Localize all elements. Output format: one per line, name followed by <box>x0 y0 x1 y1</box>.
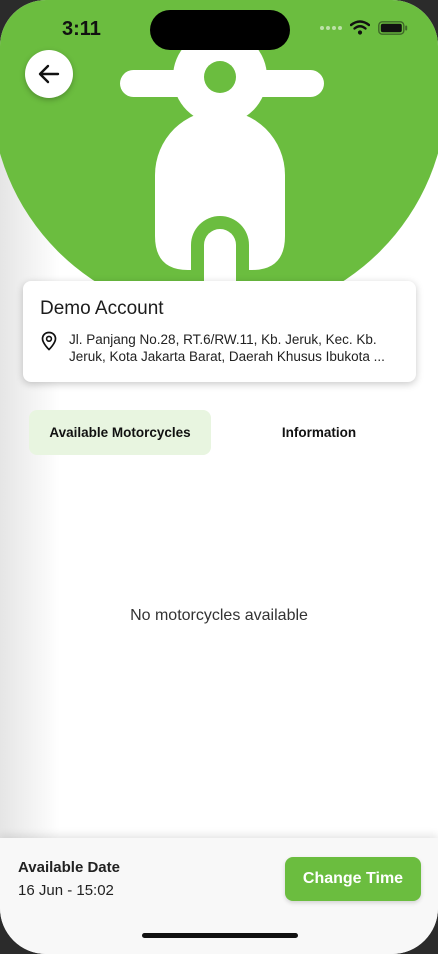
app-screen: 3:11 Demo Account Jl. Panjang No.28, RT.… <box>0 0 438 954</box>
change-time-button[interactable]: Change Time <box>285 857 421 901</box>
back-button[interactable] <box>25 50 73 98</box>
available-date-label: Available Date <box>18 859 120 876</box>
home-indicator <box>142 933 298 938</box>
status-time: 3:11 <box>62 18 101 40</box>
store-address: Jl. Panjang No.28, RT.6/RW.11, Kb. Jeruk… <box>69 332 385 364</box>
status-bar: 3:11 <box>0 0 438 60</box>
store-name: Demo Account <box>40 298 164 319</box>
map-pin-icon <box>41 331 57 351</box>
wifi-icon <box>350 20 370 35</box>
status-icons <box>320 20 408 35</box>
arrow-left-icon <box>38 64 60 84</box>
store-info-card: Demo Account Jl. Panjang No.28, RT.6/RW.… <box>23 281 416 382</box>
tab-available-motorcycles[interactable]: Available Motorcycles <box>29 410 211 455</box>
available-date-value: 16 Jun - 15:02 <box>18 882 114 899</box>
battery-icon <box>378 20 408 35</box>
cellular-signal-icon <box>320 25 342 30</box>
tab-information[interactable]: Information <box>228 410 410 455</box>
dynamic-island <box>150 10 290 50</box>
empty-state-message: No motorcycles available <box>130 607 308 624</box>
